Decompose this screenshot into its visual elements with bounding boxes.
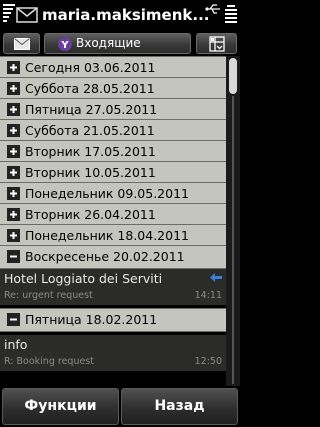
plus-icon xyxy=(7,61,20,74)
plus-icon xyxy=(7,82,20,95)
plus-icon xyxy=(7,187,20,200)
scrollbar[interactable] xyxy=(226,56,240,386)
group-header-sunday[interactable]: Воскресенье 20.02.2011 xyxy=(0,245,226,269)
account-title: maria.maksimenk... xyxy=(42,6,210,24)
message-time: 12:50 xyxy=(194,356,222,367)
message-subject: R: Booking request xyxy=(4,356,94,367)
minus-icon xyxy=(7,250,20,263)
usb-icon xyxy=(205,4,220,14)
group-label: Понедельник 09.05.2011 xyxy=(25,186,189,201)
plus-icon xyxy=(7,145,20,158)
group-label: Воскресенье 20.02.2011 xyxy=(25,249,185,264)
message-subject: Re: urgent request xyxy=(4,290,93,301)
message-item[interactable]: info R: Booking request 12:50 xyxy=(0,335,226,371)
envelope-icon xyxy=(14,38,30,50)
mail-app-icon xyxy=(16,7,38,23)
group-label: Пятница 18.02.2011 xyxy=(25,312,158,327)
plus-icon xyxy=(7,166,20,179)
toolbar: Y Входящие xyxy=(0,32,240,56)
sort-button[interactable] xyxy=(196,33,237,54)
group-label: Вторник 17.05.2011 xyxy=(25,144,156,159)
group-label: Суббота 21.05.2011 xyxy=(25,123,155,138)
status-bar: maria.maksimenk... xyxy=(0,0,240,32)
message-sender: info xyxy=(4,337,28,352)
group-label: Пятница 27.05.2011 xyxy=(25,102,158,117)
folder-select[interactable]: Y Входящие xyxy=(44,33,191,54)
message-list[interactable]: Сегодня 03.06.2011 Суббота 28.05.2011 Пятн… xyxy=(0,56,226,386)
plus-icon xyxy=(7,103,20,116)
softkey-bar: Функции Назад xyxy=(0,386,240,427)
group-label: Сегодня 03.06.2011 xyxy=(25,60,156,75)
folder-label: Входящие xyxy=(76,36,141,50)
group-label: Суббота 28.05.2011 xyxy=(25,81,155,96)
screen: maria.maksimenk... Y Входящие Сегодня 03… xyxy=(0,0,240,427)
plus-icon xyxy=(7,229,20,242)
minus-icon xyxy=(7,313,20,326)
plus-icon xyxy=(7,208,20,221)
svg-text:Y: Y xyxy=(60,40,69,51)
scroll-thumb[interactable] xyxy=(229,58,237,94)
reply-arrow-icon xyxy=(210,273,222,282)
group-label: Вторник 26.04.2011 xyxy=(25,207,156,222)
back-softkey[interactable]: Назад xyxy=(121,388,238,425)
group-header-friday[interactable]: Пятница 18.02.2011 xyxy=(0,308,226,332)
yahoo-logo-icon: Y xyxy=(58,37,72,51)
message-sender: Hotel Loggiato dei Serviti xyxy=(4,271,163,286)
plus-icon xyxy=(7,124,20,137)
compose-button[interactable] xyxy=(3,33,40,54)
message-item[interactable]: Hotel Loggiato dei Serviti Re: urgent re… xyxy=(0,269,226,305)
message-time: 14:11 xyxy=(194,290,222,301)
status-icons xyxy=(205,3,237,27)
group-label: Вторник 10.05.2011 xyxy=(25,165,156,180)
signal-icon xyxy=(3,4,15,22)
battery-icon xyxy=(225,5,237,23)
options-softkey[interactable]: Функции xyxy=(2,388,119,425)
sort-options-icon xyxy=(209,36,225,52)
scroll-track xyxy=(232,96,234,384)
group-label: Понедельник 18.04.2011 xyxy=(25,228,189,243)
